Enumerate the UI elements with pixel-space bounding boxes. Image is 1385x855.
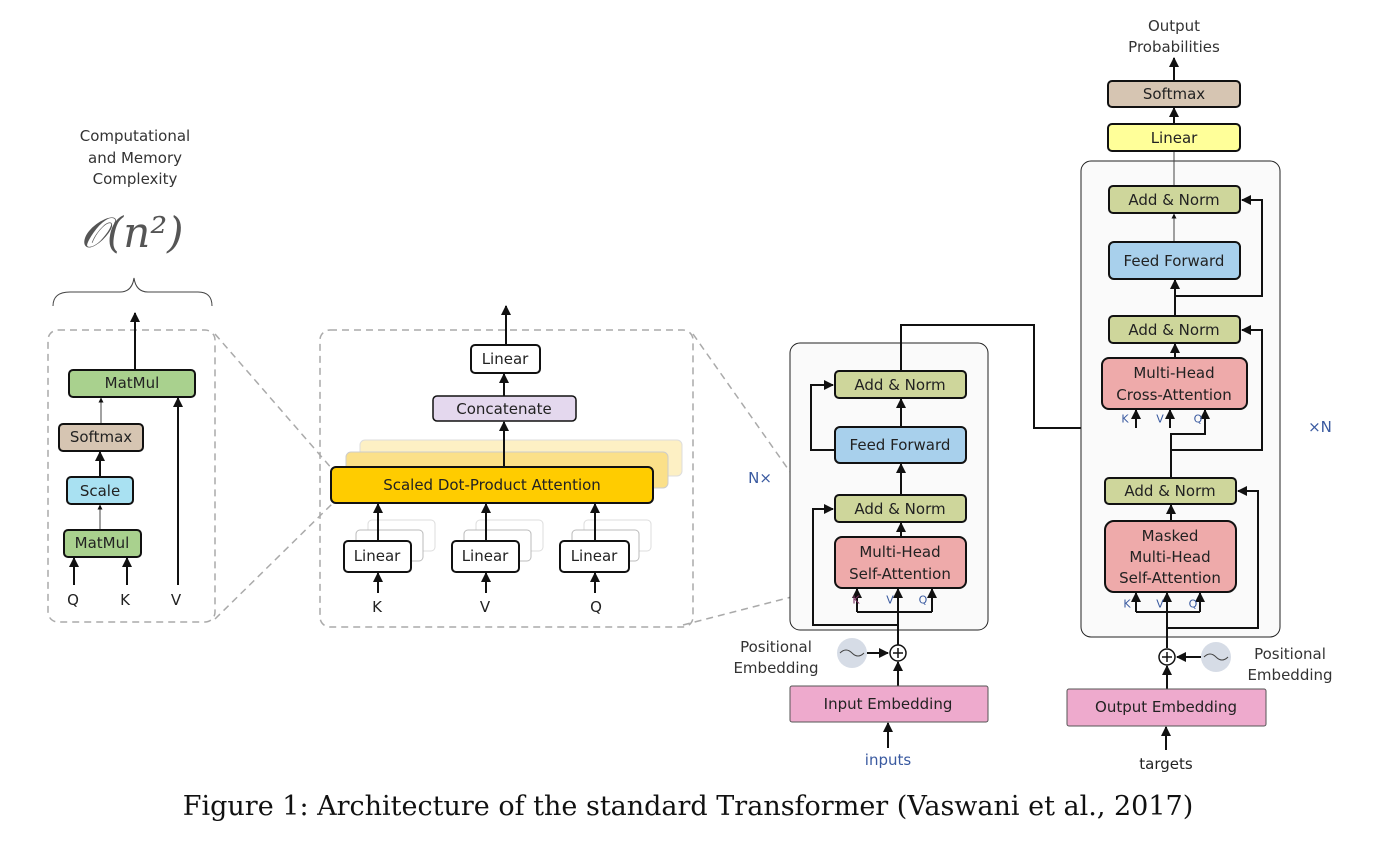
decoder-softmax-label: Softmax	[1143, 85, 1205, 103]
masked-attention-label: Self-Attention	[1119, 569, 1221, 587]
decoder-repeat-label: ×N	[1308, 418, 1332, 436]
linear-out-label: Linear	[482, 350, 529, 368]
curly-brace	[52, 277, 213, 307]
softmax-label: Softmax	[70, 428, 132, 446]
encoder-attention-label: Multi-Head	[859, 543, 940, 561]
cross-attention-label: Cross-Attention	[1116, 386, 1231, 404]
decoder-add-norm-top-label: Add & Norm	[1128, 191, 1219, 209]
figure-caption: Figure 1: Architecture of the standard T…	[183, 791, 1194, 822]
inputs-label: inputs	[865, 751, 912, 769]
decoder-add-norm-bottom-label: Add & Norm	[1124, 482, 1215, 500]
masked-attention-label: Masked	[1142, 527, 1199, 545]
encoder-attention-label: Self-Attention	[849, 565, 951, 583]
output-embedding-label: Output Embedding	[1095, 698, 1237, 716]
cross-k-label: K	[1121, 413, 1129, 426]
transformer-diagram: Computational and Memory Complexity 𝒪(n²…	[47, 17, 1333, 822]
masked-k-label: K	[1123, 598, 1131, 611]
masked-q-label: Q	[1189, 598, 1198, 611]
encoder-add-norm-top-label: Add & Norm	[854, 376, 945, 394]
encoder-k-label: K	[852, 594, 860, 607]
encoder-v-label: V	[886, 594, 894, 607]
decoder: Output Probabilities Softmax Linear ×N A…	[1066, 17, 1333, 773]
scaled-dot-product-panel: MatMul Softmax Scale MatMul Q K V	[47, 312, 216, 623]
output-probabilities-label: Probabilities	[1128, 38, 1220, 56]
encoder-q-label: Q	[919, 594, 928, 607]
input-k: K	[372, 598, 383, 616]
matmul-bottom-label: MatMul	[75, 534, 130, 552]
decoder-positional-label: Embedding	[1247, 666, 1332, 684]
decoder-add-norm-mid-label: Add & Norm	[1128, 321, 1219, 339]
encoder-repeat-label: N×	[748, 469, 772, 487]
decoder-positional-label: Positional	[1254, 645, 1326, 663]
decoder-feed-forward-label: Feed Forward	[1124, 252, 1225, 270]
input-embedding-label: Input Embedding	[824, 695, 953, 713]
input-v: V	[171, 591, 182, 609]
input-q: Q	[67, 591, 79, 609]
complexity-title-line: Complexity	[93, 170, 178, 188]
output-probabilities-label: Output	[1148, 17, 1200, 35]
input-k: K	[120, 591, 131, 609]
complexity-title: Computational and Memory Complexity	[80, 127, 190, 188]
cross-v-label: V	[1156, 413, 1164, 426]
targets-label: targets	[1139, 755, 1193, 773]
cross-attention-label: Multi-Head	[1133, 364, 1214, 382]
encoder-feed-forward-label: Feed Forward	[850, 436, 951, 454]
concatenate-label: Concatenate	[456, 400, 552, 418]
linear-v-label: Linear	[462, 547, 509, 565]
matmul-top-label: MatMul	[105, 374, 160, 392]
decoder-linear-label: Linear	[1151, 129, 1198, 147]
complexity-title-line: and Memory	[88, 149, 182, 167]
linear-k-label: Linear	[354, 547, 401, 565]
masked-attention-label: Multi-Head	[1129, 548, 1210, 566]
complexity-title-line: Computational	[80, 127, 190, 145]
encoder-positional-label: Positional	[740, 638, 812, 656]
sdpa-label: Scaled Dot-Product Attention	[383, 476, 601, 494]
encoder-add-norm-bottom-label: Add & Norm	[854, 500, 945, 518]
scale-label: Scale	[80, 482, 120, 500]
multi-head-panel: Linear Concatenate Scaled Dot-Product At…	[319, 305, 694, 628]
linear-projections: Linear Linear Linear	[343, 503, 652, 593]
masked-v-label: V	[1156, 598, 1164, 611]
complexity-formula: 𝒪(n²)	[80, 208, 183, 257]
input-q: Q	[590, 598, 602, 616]
linear-q-label: Linear	[571, 547, 618, 565]
input-v: V	[480, 598, 491, 616]
encoder-positional-label: Embedding	[733, 659, 818, 677]
cross-q-label: Q	[1194, 413, 1203, 426]
